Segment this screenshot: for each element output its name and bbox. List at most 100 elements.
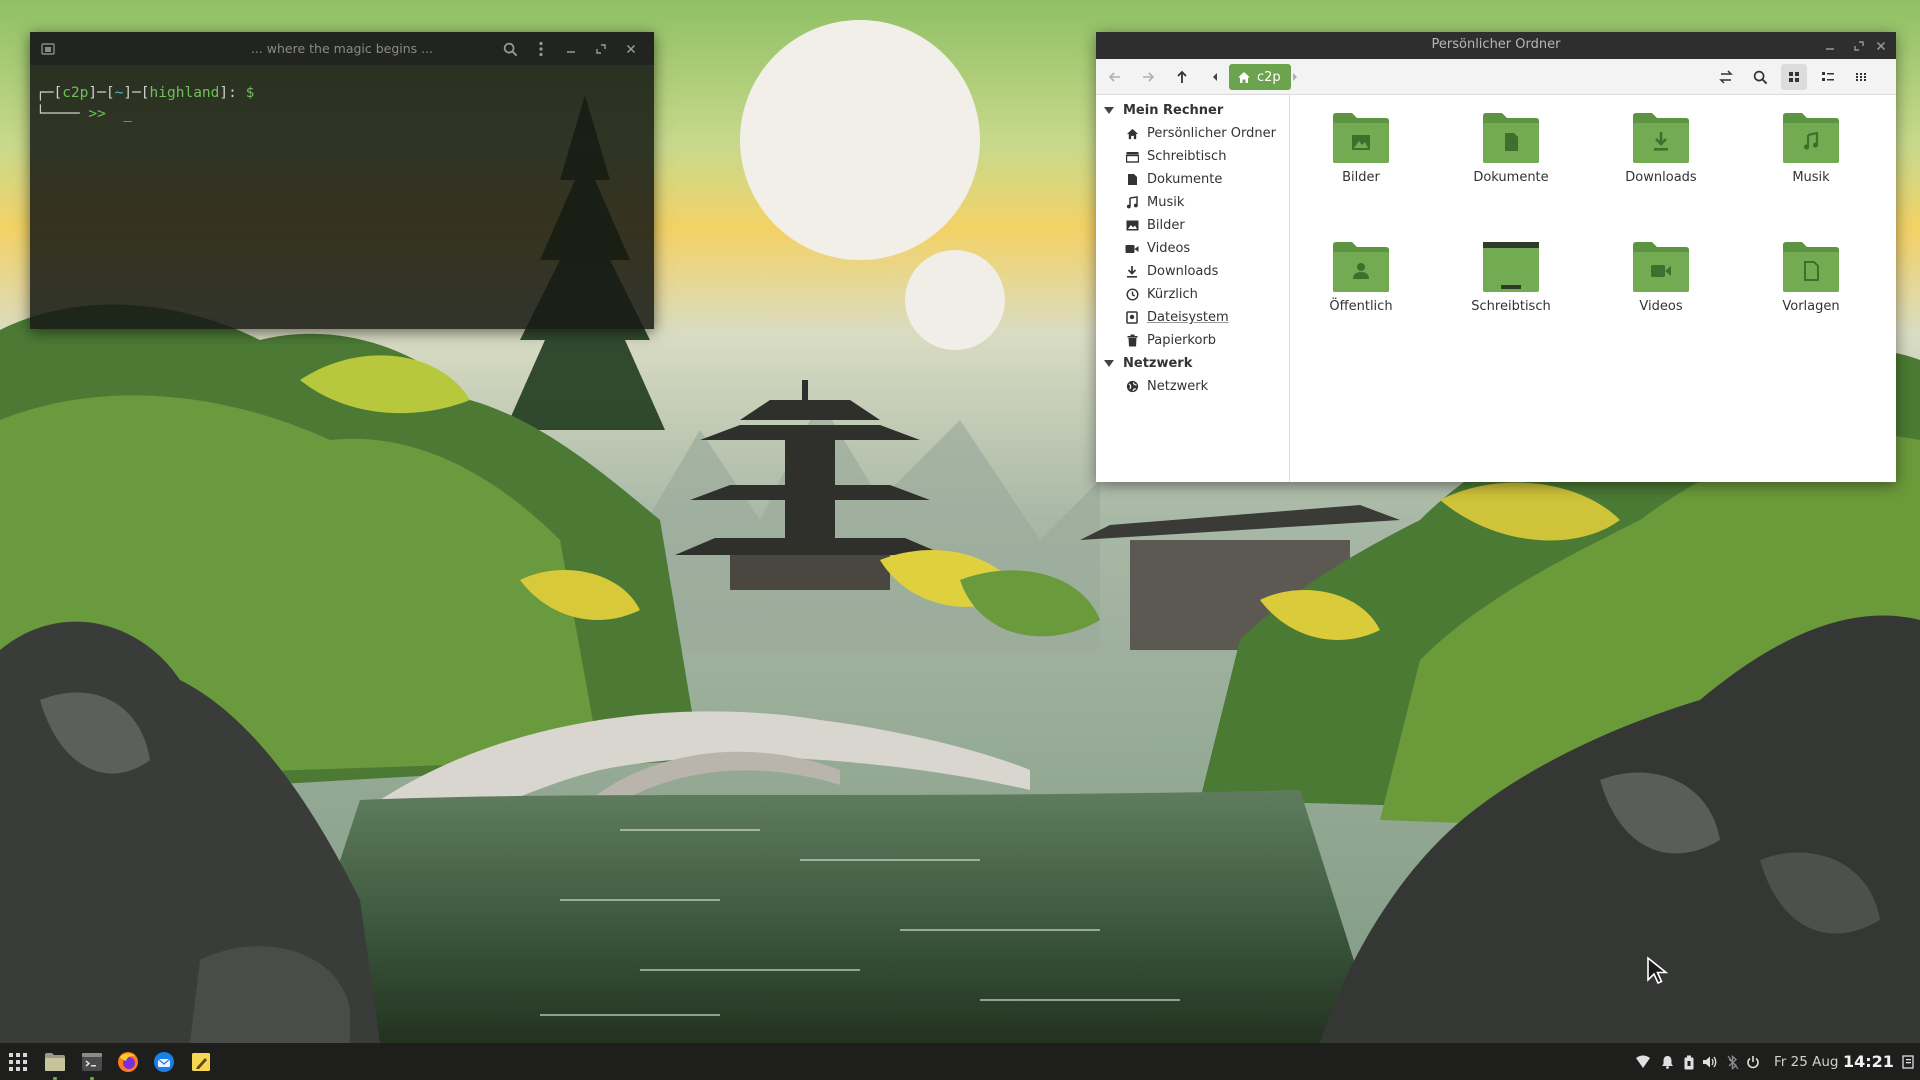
terminal-maximize-button[interactable] <box>590 38 612 60</box>
arrow-right-icon <box>1143 72 1155 82</box>
thunderbird-icon <box>154 1052 174 1072</box>
sidebar-item-documents[interactable]: Dokumente <box>1096 168 1289 191</box>
taskbar-notes-button[interactable] <box>188 1049 214 1075</box>
folder-item-oeffentlich[interactable]: Öffentlich <box>1306 241 1416 314</box>
trash-icon <box>1127 334 1137 347</box>
sidebar-item-recent[interactable]: Kürzlich <box>1096 283 1289 306</box>
fm-maximize-button[interactable] <box>1848 35 1870 57</box>
file-manager-app-icon <box>45 1053 65 1071</box>
folder-item-schreibtisch[interactable]: Schreibtisch <box>1456 241 1566 314</box>
wifi-icon <box>1636 1055 1650 1068</box>
tray-volume[interactable] <box>1701 1052 1719 1072</box>
sidebar-item-network[interactable]: Netzwerk <box>1096 375 1289 398</box>
compact-view-button[interactable] <box>1848 64 1874 90</box>
terminal-titlebar[interactable]: ... where the magic begins ... <box>30 32 654 65</box>
folder-item-musik[interactable]: Musik <box>1756 112 1866 185</box>
breadcrumb-left-button[interactable] <box>1206 64 1224 90</box>
terminal-minimize-button[interactable] <box>560 38 582 60</box>
terminal-menu-button[interactable] <box>530 38 552 60</box>
bluetooth-off-icon <box>1727 1054 1739 1070</box>
folder-item-videos[interactable]: Videos <box>1606 241 1716 314</box>
tray-battery[interactable] <box>1680 1052 1698 1072</box>
expand-triangle-icon <box>1104 360 1114 367</box>
tray-notifications[interactable] <box>1658 1052 1676 1072</box>
arrow-up-icon <box>1177 70 1187 83</box>
sidebar-item-videos[interactable]: Videos <box>1096 237 1289 260</box>
search-icon <box>1753 70 1767 84</box>
folder-item-downloads[interactable]: Downloads <box>1606 112 1716 185</box>
list-view-icon <box>1822 72 1834 81</box>
compact-view-icon <box>1856 73 1866 81</box>
sidebar-item-desktop[interactable]: Schreibtisch <box>1096 145 1289 168</box>
power-icon <box>1747 1056 1759 1069</box>
document-icon <box>1127 174 1137 185</box>
terminal-cursor: _ <box>123 106 133 122</box>
terminal-close-button[interactable] <box>620 38 642 60</box>
file-manager-window[interactable]: Persönlicher Ordner c2p Mein Rechner Per… <box>1096 32 1896 482</box>
sidebar-section-network[interactable]: Netzwerk <box>1096 352 1289 375</box>
home-icon <box>1126 128 1138 139</box>
terminal-search-button[interactable] <box>499 38 521 60</box>
maximize-icon <box>1854 41 1864 51</box>
tray-network[interactable] <box>1634 1052 1652 1072</box>
icon-view-button[interactable] <box>1781 64 1807 90</box>
terminal-prompt-line2: └──── >> _ <box>36 106 133 122</box>
clock-time[interactable]: 14:21 <box>1843 1052 1894 1071</box>
app-menu-button[interactable] <box>5 1049 31 1075</box>
taskbar-files-button[interactable] <box>42 1049 68 1075</box>
taskbar-terminal-button[interactable] <box>79 1049 105 1075</box>
sidebar-section-label: Netzwerk <box>1123 356 1193 371</box>
folder-view[interactable]: Bilder Dokumente Downloads Musik Öffentl… <box>1290 95 1896 482</box>
tray-power[interactable] <box>1744 1052 1762 1072</box>
fm-search-button[interactable] <box>1747 64 1773 90</box>
bell-icon <box>1661 1056 1673 1069</box>
download-icon <box>1127 266 1137 278</box>
taskbar: Fr 25 Aug 14:21 <box>0 1043 1920 1080</box>
file-manager-titlebar[interactable]: Persönlicher Ordner <box>1096 32 1896 59</box>
location-toggle-icon <box>1719 70 1733 84</box>
sidebar-item-home[interactable]: Persönlicher Ordner <box>1096 122 1289 145</box>
sidebar-section-computer[interactable]: Mein Rechner <box>1096 99 1289 122</box>
sidebar-item-trash[interactable]: Papierkorb <box>1096 329 1289 352</box>
minimize-icon <box>567 51 575 53</box>
network-icon <box>1126 380 1138 393</box>
video-folder-icon <box>1633 242 1689 292</box>
template-folder-icon <box>1783 242 1839 292</box>
sidebar-item-filesystem[interactable]: Dateisystem <box>1096 306 1289 329</box>
desktop-icon <box>1125 151 1139 163</box>
sidebar-item-downloads[interactable]: Downloads <box>1096 260 1289 283</box>
document-folder-icon <box>1483 113 1539 163</box>
maximize-icon <box>596 44 606 54</box>
taskbar-thunderbird-button[interactable] <box>151 1049 177 1075</box>
forward-button[interactable] <box>1135 64 1161 90</box>
sidebar-item-music[interactable]: Musik <box>1096 191 1289 214</box>
toggle-location-button[interactable] <box>1713 64 1739 90</box>
music-icon <box>1126 196 1138 209</box>
app-grid-icon <box>9 1053 27 1071</box>
fm-close-button[interactable] <box>1870 35 1892 57</box>
drive-icon <box>1126 311 1138 324</box>
folder-item-bilder[interactable]: Bilder <box>1306 112 1416 185</box>
panel-toggle-icon <box>1902 1055 1914 1069</box>
places-sidebar: Mein Rechner Persönlicher Ordner Schreib… <box>1096 95 1290 482</box>
battery-icon <box>1684 1055 1694 1069</box>
terminal-output[interactable]: ┌─[c2p]─[~]─[highland]: $ └──── >> _ <box>30 65 654 125</box>
tray-bluetooth[interactable] <box>1724 1052 1742 1072</box>
list-view-button[interactable] <box>1815 64 1841 90</box>
arrow-left-icon <box>1108 72 1120 82</box>
clock-date[interactable]: Fr 25 Aug <box>1774 1054 1838 1070</box>
terminal-window[interactable]: ... where the magic begins ... ┌─[c2p]─[… <box>30 32 654 329</box>
breadcrumb-home-button[interactable]: c2p <box>1229 64 1291 90</box>
caret-right-icon <box>1293 73 1297 81</box>
download-folder-icon <box>1633 113 1689 163</box>
folder-item-vorlagen[interactable]: Vorlagen <box>1756 241 1866 314</box>
fm-minimize-button[interactable] <box>1819 35 1841 57</box>
breadcrumb-right-button[interactable] <box>1287 64 1303 90</box>
up-button[interactable] <box>1169 64 1195 90</box>
folder-item-dokumente[interactable]: Dokumente <box>1456 112 1566 185</box>
back-button[interactable] <box>1102 64 1128 90</box>
file-manager-title: Persönlicher Ordner <box>1431 37 1561 52</box>
sidebar-item-pictures[interactable]: Bilder <box>1096 214 1289 237</box>
show-desktop-button[interactable] <box>1900 1052 1916 1072</box>
taskbar-firefox-button[interactable] <box>115 1049 141 1075</box>
